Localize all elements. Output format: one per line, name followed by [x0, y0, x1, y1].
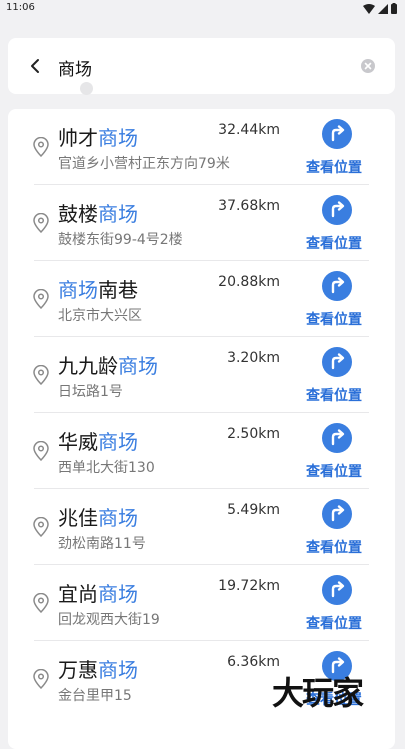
- view-location-button[interactable]: 查看位置: [306, 537, 362, 557]
- place-distance: 20.88km: [218, 274, 280, 290]
- status-bar: 11:06: [0, 0, 405, 18]
- location-pin-icon: [33, 365, 49, 385]
- view-location-button[interactable]: 查看位置: [306, 461, 362, 481]
- watermark-text: 大玩家: [272, 674, 364, 712]
- list-item[interactable]: 华威商场 西单北大街130 2.50km 查看位置: [8, 413, 395, 489]
- back-arrow-icon[interactable]: [26, 56, 46, 76]
- location-pin-icon: [33, 137, 49, 157]
- place-name: 鼓楼商场: [58, 198, 138, 227]
- view-location-button[interactable]: 查看位置: [306, 385, 362, 405]
- place-name-prefix: 宜尚: [58, 582, 98, 606]
- list-item[interactable]: 鼓楼商场 鼓楼东街99-4号2楼 37.68km 查看位置: [8, 185, 395, 261]
- clear-icon[interactable]: [361, 59, 375, 73]
- place-name: 兆佳商场: [58, 502, 138, 531]
- location-pin-icon: [33, 517, 49, 537]
- navigate-icon[interactable]: [322, 347, 352, 377]
- place-name-highlight: 商场: [98, 202, 138, 226]
- list-item[interactable]: 兆佳商场 劲松南路11号 5.49km 查看位置: [8, 489, 395, 565]
- navigate-icon[interactable]: [322, 499, 352, 529]
- place-distance: 5.49km: [227, 502, 280, 518]
- text-cursor-handle[interactable]: [80, 82, 93, 95]
- place-address: 西单北大街130: [58, 460, 155, 476]
- place-name-highlight: 商场: [98, 658, 138, 682]
- view-location-button[interactable]: 查看位置: [306, 157, 362, 177]
- list-item[interactable]: 商场南巷 北京市大兴区 20.88km 查看位置: [8, 261, 395, 337]
- signal-icon: [378, 3, 388, 14]
- list-item[interactable]: 帅才商场 官道乡小营村正东方向79米 32.44km 查看位置: [8, 109, 395, 185]
- place-name-highlight: 商场: [58, 278, 98, 302]
- place-name-prefix: 兆佳: [58, 506, 98, 530]
- location-pin-icon: [33, 593, 49, 613]
- view-location-button[interactable]: 查看位置: [306, 613, 362, 633]
- wifi-icon: [363, 3, 375, 14]
- place-name: 宜尚商场: [58, 578, 138, 607]
- place-address: 劲松南路11号: [58, 536, 146, 552]
- navigate-icon[interactable]: [322, 575, 352, 605]
- location-pin-icon: [33, 669, 49, 689]
- place-address: 回龙观西大街19: [58, 612, 160, 628]
- place-distance: 19.72km: [218, 578, 280, 594]
- place-name: 帅才商场: [58, 122, 138, 151]
- place-address: 金台里甲15: [58, 688, 132, 704]
- search-input[interactable]: 商场: [58, 55, 92, 80]
- place-distance: 32.44km: [218, 122, 280, 138]
- location-pin-icon: [33, 289, 49, 309]
- place-address: 日坛路1号: [58, 384, 123, 400]
- view-location-button[interactable]: 查看位置: [306, 233, 362, 253]
- place-name-highlight: 商场: [118, 354, 158, 378]
- list-item[interactable]: 宜尚商场 回龙观西大街19 19.72km 查看位置: [8, 565, 395, 641]
- place-address: 北京市大兴区: [58, 308, 142, 324]
- place-name-prefix: 万惠: [58, 658, 98, 682]
- place-name-highlight: 商场: [98, 430, 138, 454]
- place-address: 鼓楼东街99-4号2楼: [58, 232, 183, 248]
- status-time: 11:06: [6, 2, 35, 13]
- view-location-button[interactable]: 查看位置: [306, 309, 362, 329]
- search-bar: 商场: [8, 38, 395, 94]
- place-distance: 3.20km: [227, 350, 280, 366]
- place-name-highlight: 商场: [98, 582, 138, 606]
- place-name-prefix: 九九龄: [58, 354, 118, 378]
- place-name: 九九龄商场: [58, 350, 158, 379]
- navigate-icon[interactable]: [322, 423, 352, 453]
- place-name-highlight: 商场: [98, 506, 138, 530]
- place-name-highlight: 商场: [98, 126, 138, 150]
- navigate-icon[interactable]: [322, 119, 352, 149]
- place-name-prefix: 帅才: [58, 126, 98, 150]
- place-name: 华威商场: [58, 426, 138, 455]
- place-name: 万惠商场: [58, 654, 138, 683]
- place-distance: 2.50km: [227, 426, 280, 442]
- place-name-prefix: 华威: [58, 430, 98, 454]
- navigate-icon[interactable]: [322, 195, 352, 225]
- location-pin-icon: [33, 213, 49, 233]
- place-distance: 37.68km: [218, 198, 280, 214]
- location-pin-icon: [33, 441, 49, 461]
- place-name-prefix: 鼓楼: [58, 202, 98, 226]
- place-name-suffix: 南巷: [98, 278, 138, 302]
- results-list: 帅才商场 官道乡小营村正东方向79米 32.44km 查看位置 鼓楼商场 鼓楼东…: [8, 109, 395, 749]
- list-item[interactable]: 九九龄商场 日坛路1号 3.20km 查看位置: [8, 337, 395, 413]
- navigate-icon[interactable]: [322, 271, 352, 301]
- status-icons: [363, 3, 397, 14]
- battery-icon: [391, 3, 397, 14]
- place-name: 商场南巷: [58, 274, 138, 303]
- place-address: 官道乡小营村正东方向79米: [58, 156, 230, 172]
